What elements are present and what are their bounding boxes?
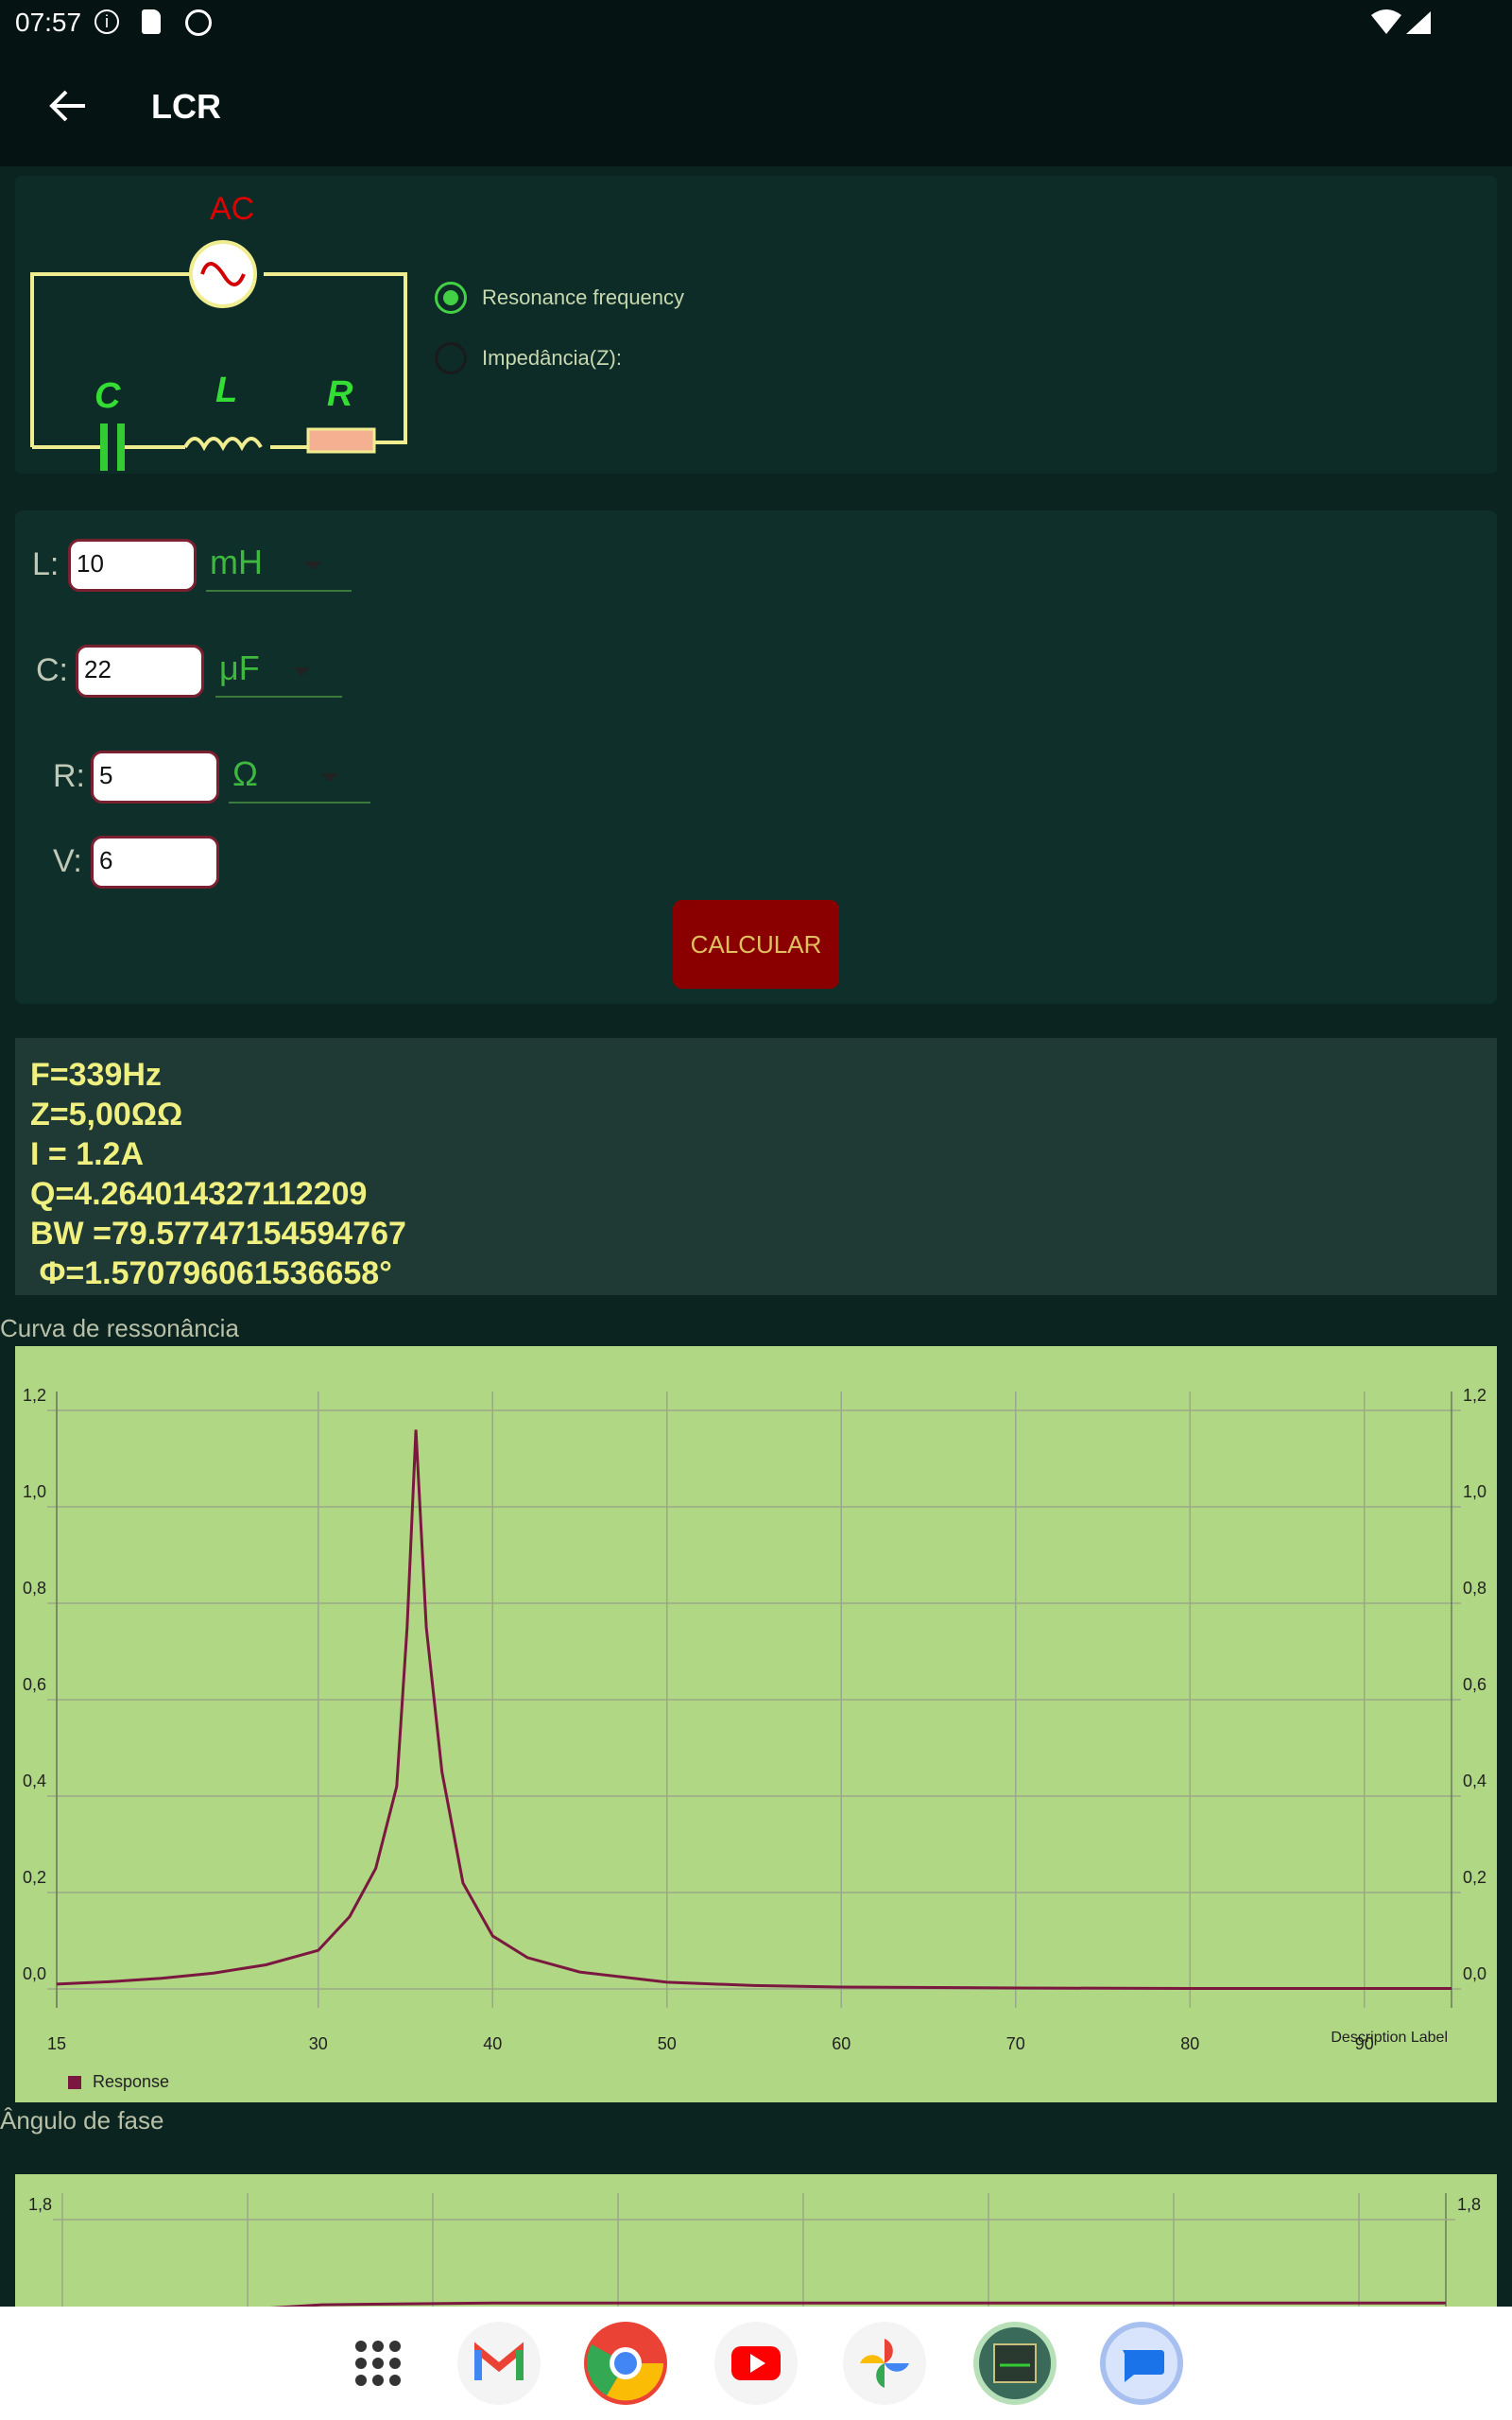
phase-chart[interactable]: 1,8 1,8	[15, 2174, 1497, 2307]
capacitor-label: C	[94, 376, 121, 416]
notification-icon	[185, 9, 212, 36]
voltage-label: V:	[53, 843, 82, 879]
radio-impedance[interactable]: Impedância(Z):	[435, 340, 813, 378]
unit-selected: Ω	[232, 754, 258, 793]
phase-chart-svg: 1,8 1,8	[28, 2193, 1481, 2307]
capacitance-unit-dropdown[interactable]: μF	[215, 645, 342, 698]
x-tick-label: 40	[483, 2034, 502, 2053]
ac-source-label: AC	[210, 191, 255, 227]
circuit-card: AC C L R Resonance frequency Impedância(…	[15, 176, 1497, 474]
info-icon: i	[94, 9, 119, 34]
capacitance-input[interactable]: 22	[76, 645, 204, 698]
y-tick-label-left: 0,0	[23, 1964, 46, 1983]
legend-swatch	[68, 2076, 81, 2089]
y-tick-label-right: 1,2	[1463, 1386, 1486, 1405]
resonance-chart[interactable]: 15 30 40 50 60 70 80 90 0,0 0,0 0,2 0,2 0,4 0,4 0,6 0,6…	[15, 1346, 1497, 2102]
lcr-app-icon[interactable]	[973, 2322, 1057, 2405]
unit-selected: mH	[210, 543, 263, 581]
description-label: Description Label	[1331, 2030, 1448, 2046]
calculate-button[interactable]: CALCULAR	[673, 900, 839, 989]
result-phase: Φ=1.570796061536658°	[30, 1255, 392, 1291]
chevron-down-icon	[304, 562, 321, 570]
y-tick-label-right: 0,4	[1463, 1772, 1486, 1790]
inductance-input[interactable]: 10	[68, 539, 197, 592]
resonance-curve-title: Curva de ressonância	[0, 1314, 239, 1342]
sd-card-icon	[142, 9, 161, 34]
messages-icon[interactable]	[1100, 2322, 1183, 2405]
y-tick-label-right: 0,6	[1463, 1675, 1486, 1694]
result-quality-factor: Q=4.264014327112209	[30, 1176, 368, 1212]
y-tick-label-right: 1,0	[1463, 1482, 1486, 1501]
y-tick-label-left: 0,2	[23, 1868, 46, 1887]
x-tick-label: 15	[47, 2034, 66, 2053]
y-tick-label-left: 1,8	[28, 2195, 52, 2214]
app-drawer-icon[interactable]	[336, 2322, 420, 2405]
unit-selected: μF	[219, 648, 260, 687]
photos-icon[interactable]	[843, 2322, 926, 2405]
y-tick-label-right: 0,2	[1463, 1868, 1486, 1887]
gmail-icon[interactable]	[457, 2322, 541, 2405]
resistor-label: R	[327, 374, 353, 414]
youtube-icon[interactable]	[714, 2322, 798, 2405]
app-bar: LCR	[0, 47, 1512, 166]
result-frequency: F=339Hz	[30, 1057, 162, 1093]
results-card: F=339Hz Z=5,00ΩΩ I = 1.2A Q=4.2640143271…	[15, 1038, 1497, 1295]
status-bar: 07:57 i	[0, 0, 1512, 47]
x-tick-label: 80	[1180, 2034, 1199, 2053]
radio-unselected-icon	[435, 342, 467, 374]
y-tick-label-right: 1,8	[1457, 2195, 1481, 2214]
page-title: LCR	[151, 87, 221, 126]
inductance-label: L:	[32, 546, 60, 582]
x-tick-label: 30	[309, 2034, 328, 2053]
inductor-label: L	[215, 371, 238, 410]
y-tick-label-left: 1,2	[23, 1386, 46, 1405]
app-dock	[0, 2307, 1512, 2420]
radio-resonance-frequency[interactable]: Resonance frequency	[435, 280, 813, 318]
y-tick-label-left: 0,6	[23, 1675, 46, 1694]
x-tick-label: 60	[832, 2034, 850, 2053]
radio-selected-icon	[435, 282, 467, 314]
signal-icon	[1406, 11, 1431, 34]
result-current: I = 1.2A	[30, 1136, 145, 1172]
resonance-chart-svg: 15 30 40 50 60 70 80 900,0 0,00,2 0,20,4 0,40,6 0,6…	[23, 1386, 1486, 2091]
series-response-line	[56, 1429, 1452, 1990]
y-tick-label-left: 0,8	[23, 1579, 46, 1598]
x-tick-label: 70	[1006, 2034, 1025, 2053]
radio-label: Impedância(Z):	[482, 346, 622, 370]
y-tick-label-right: 0,8	[1463, 1579, 1486, 1598]
resistance-unit-dropdown[interactable]: Ω	[229, 751, 370, 804]
result-bandwidth: BW =79.57747154594767	[30, 1216, 406, 1252]
y-tick-label-right: 0,0	[1463, 1964, 1486, 1983]
chevron-down-icon	[321, 773, 338, 782]
voltage-input[interactable]: 6	[91, 836, 219, 889]
status-time: 07:57	[15, 8, 82, 37]
radio-label: Resonance frequency	[482, 285, 685, 309]
result-impedance: Z=5,00ΩΩ	[30, 1097, 183, 1132]
resistance-label: R:	[53, 758, 85, 794]
back-arrow-icon[interactable]	[47, 87, 89, 125]
chevron-down-icon	[293, 667, 310, 676]
resistance-input[interactable]: 5	[91, 751, 219, 804]
legend-label: Response	[93, 2072, 169, 2091]
phase-angle-title: Ângulo de fase	[0, 2106, 164, 2135]
wifi-icon	[1371, 9, 1401, 34]
x-tick-label: 50	[658, 2034, 677, 2053]
capacitance-label: C:	[36, 652, 68, 688]
chrome-icon[interactable]	[584, 2322, 667, 2405]
y-tick-label-left: 0,4	[23, 1772, 46, 1790]
y-tick-label-left: 1,0	[23, 1482, 46, 1501]
inductance-unit-dropdown[interactable]: mH	[206, 539, 352, 592]
